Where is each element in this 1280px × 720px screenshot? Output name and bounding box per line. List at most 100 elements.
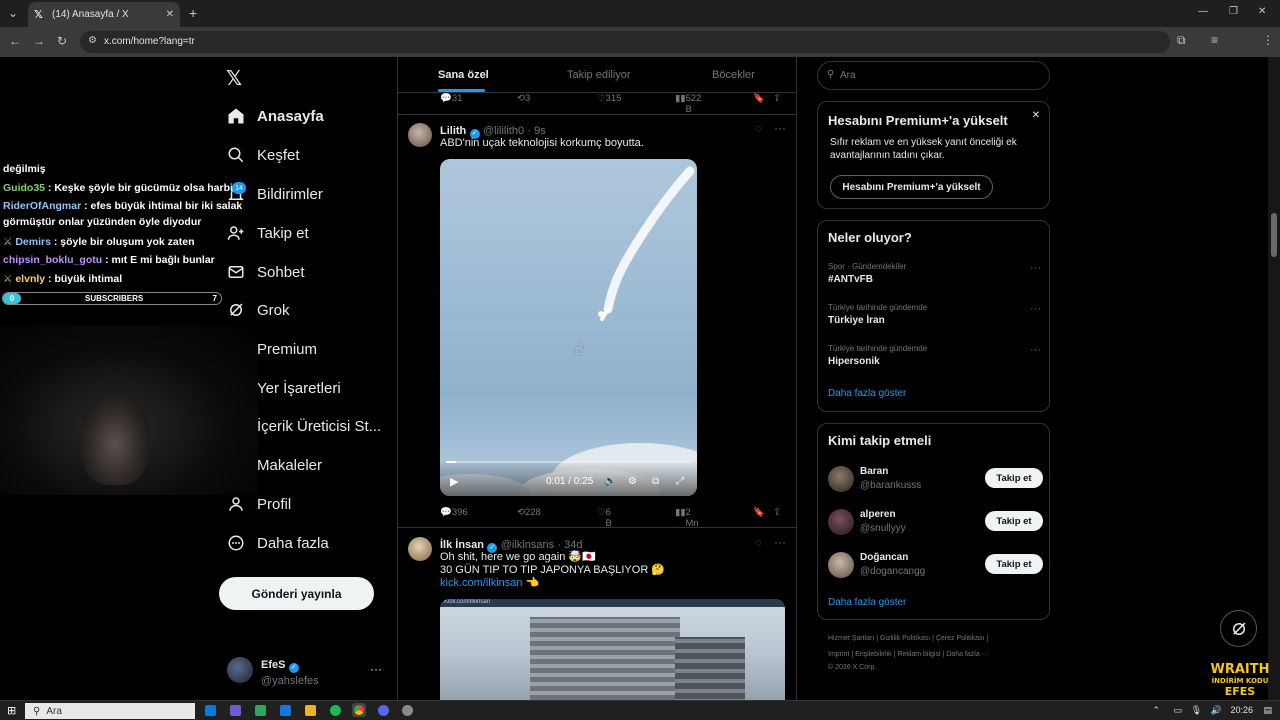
trend-more-icon[interactable]: ··· — [1030, 344, 1041, 356]
follow-button[interactable]: Takip et — [985, 511, 1043, 531]
volume-icon[interactable]: 🔈 — [604, 476, 616, 487]
footer-links-row[interactable]: Imprint | Erişilebilirlik | Reklam bilgi… — [828, 651, 989, 658]
settings-gear-icon[interactable]: ⚙ — [628, 476, 637, 487]
repost-button[interactable]: ⟲ 228 — [517, 507, 541, 518]
address-bar[interactable]: ⚙ x.com/home?lang=tr — [80, 31, 1170, 53]
suggestion-name[interactable]: Doğancan — [860, 552, 908, 563]
tweet-link[interactable]: kick.com/ilkinsan 👈 — [440, 577, 539, 590]
notification-center-icon[interactable]: ▤ — [1263, 705, 1272, 716]
post-button[interactable]: Gönderi yayınla — [219, 577, 374, 610]
tweet-time[interactable]: · 9s — [527, 125, 545, 137]
nav-item-grok[interactable]: Grok — [225, 297, 290, 323]
new-tab-button[interactable]: + — [189, 5, 197, 21]
extensions-icon[interactable]: ⧉ — [1177, 33, 1186, 48]
tab-search-chevron-icon[interactable]: ⌄ — [8, 6, 18, 20]
clock[interactable]: 20:26 — [1230, 705, 1253, 715]
suggestion-avatar[interactable] — [828, 466, 854, 492]
trend-item[interactable]: Türkiye tarihinde gündemde Hipersonik ··… — [828, 344, 1043, 367]
nav-item-chat[interactable]: Sohbet — [225, 259, 305, 285]
tweet-author-name[interactable]: İlk İnsan — [440, 539, 484, 551]
tweet-author-handle[interactable]: @lililith0 — [483, 125, 524, 137]
x-logo-icon[interactable]: 𝕏 — [226, 66, 242, 91]
mic-icon[interactable]: 🎙 — [1191, 705, 1202, 716]
site-info-icon[interactable]: ⚙ — [88, 35, 97, 46]
taskbar-search[interactable]: ⚲ Ara — [25, 703, 195, 719]
nav-item-explore[interactable]: Keşfet — [225, 142, 300, 168]
grok-explain-icon[interactable]: ◌ — [755, 123, 762, 135]
reply-button[interactable]: 💬 31 — [440, 93, 462, 104]
suggestion-name[interactable]: alperen — [860, 509, 896, 520]
app-icon[interactable] — [402, 705, 413, 716]
reload-icon[interactable]: ↻ — [57, 34, 67, 48]
suggestion-avatar[interactable] — [828, 509, 854, 535]
account-avatar[interactable] — [227, 657, 253, 683]
page-scrollbar-thumb[interactable] — [1271, 213, 1277, 257]
tweet-avatar[interactable] — [408, 123, 432, 147]
trend-item[interactable]: Spor · Gündemdekiler #ANTvFB ··· — [828, 262, 1043, 285]
trend-more-icon[interactable]: ··· — [1030, 262, 1041, 274]
spotify-icon[interactable] — [330, 705, 341, 716]
follow-button[interactable]: Takip et — [985, 468, 1043, 488]
tab-bugs[interactable]: Böcekler — [712, 69, 755, 81]
who-to-follow-show-more-link[interactable]: Daha fazla göster — [828, 597, 906, 608]
nav-item-more[interactable]: Daha fazla — [225, 530, 329, 556]
tweet-author-name[interactable]: Lilith — [440, 125, 466, 137]
nav-item-follow[interactable]: Takip et — [225, 220, 309, 246]
chrome-active-slot[interactable] — [352, 703, 366, 717]
grok-floating-button[interactable] — [1220, 610, 1257, 647]
views-button[interactable]: ▮▮ 2 Mn — [675, 507, 699, 529]
edge-icon[interactable] — [205, 705, 216, 716]
maximize-button[interactable]: ❐ — [1229, 6, 1238, 17]
bookmark-icon[interactable]: 🔖 — [753, 93, 765, 104]
tweet-image[interactable]: Kick.com/ilkinsan — [440, 599, 785, 709]
reading-list-icon[interactable]: ≡ — [1211, 33, 1218, 47]
tweet-video[interactable]: ▶ 0:01 / 0:25 🔈 ⚙ ⧉ ⤢ — [440, 159, 697, 496]
play-icon[interactable]: ▶ — [450, 475, 458, 488]
video-progress-bar[interactable] — [446, 461, 691, 463]
back-arrow-icon[interactable]: ← — [9, 34, 21, 48]
menu-dots-icon[interactable]: ⋮ — [1262, 33, 1274, 47]
pip-icon[interactable]: ⧉ — [652, 476, 659, 487]
forward-arrow-icon[interactable]: → — [33, 34, 45, 48]
volume-icon[interactable]: 🔊 — [1211, 705, 1222, 716]
follow-button[interactable]: Takip et — [985, 554, 1043, 574]
browser-tab[interactable]: 𝕏 (14) Anasayfa / X ✕ — [28, 2, 180, 27]
windows-start-icon[interactable]: ⊞ — [7, 704, 16, 717]
premium-close-icon[interactable]: ✕ — [1032, 110, 1040, 121]
views-button[interactable]: ▮▮ 522 B — [675, 93, 701, 115]
suggestion-name[interactable]: Baran — [860, 466, 888, 477]
tweet-avatar[interactable] — [408, 537, 432, 561]
tray-chevron-icon[interactable]: ⌃ — [1152, 705, 1160, 716]
tweet-time[interactable]: · 34d — [557, 539, 582, 551]
store-icon[interactable] — [255, 705, 266, 716]
outlook-icon[interactable] — [280, 705, 291, 716]
page-scrollbar[interactable] — [1268, 57, 1280, 700]
minimize-button[interactable]: — — [1198, 6, 1208, 17]
tweet-more-icon[interactable]: ··· — [774, 121, 786, 135]
like-button[interactable]: ♡ 315 — [597, 93, 621, 104]
share-icon[interactable]: ⇪ — [773, 507, 781, 518]
reply-button[interactable]: 💬 396 — [440, 507, 468, 518]
bookmark-icon[interactable]: 🔖 — [753, 507, 765, 518]
trend-item[interactable]: Türkiye tarihinde gündemde Türkiye İran … — [828, 303, 1043, 326]
tweet-author-handle[interactable]: @ilkinsans — [501, 539, 554, 551]
account-info[interactable]: EfeS ✓ @yahslefes — [261, 657, 319, 687]
tab-following[interactable]: Takip ediliyor — [567, 69, 631, 81]
window-close-button[interactable]: ✕ — [1258, 6, 1266, 17]
grok-explain-icon[interactable]: ◌ — [755, 537, 762, 549]
account-more-button[interactable]: ··· — [370, 662, 382, 676]
suggestion-avatar[interactable] — [828, 552, 854, 578]
premium-upgrade-button[interactable]: Hesabını Premium+'a yükselt — [830, 175, 993, 199]
like-button[interactable]: ♡ 6 B — [597, 507, 612, 529]
repost-button[interactable]: ⟲ 3 — [517, 93, 530, 104]
tweet-more-icon[interactable]: ··· — [774, 535, 786, 549]
tab-close-icon[interactable]: ✕ — [166, 9, 174, 20]
search-box[interactable]: ⚲ Ara — [817, 61, 1050, 90]
discord-icon[interactable] — [378, 705, 389, 716]
fullscreen-icon[interactable]: ⤢ — [676, 476, 684, 487]
explorer-icon[interactable] — [305, 705, 316, 716]
share-icon[interactable]: ⇪ — [773, 93, 781, 104]
footer-links-row[interactable]: Hizmet Şartları | Gizlilik Politikası | … — [828, 635, 988, 642]
trends-show-more-link[interactable]: Daha fazla göster — [828, 388, 906, 399]
nav-item-home[interactable]: Anasayfa — [225, 103, 324, 129]
